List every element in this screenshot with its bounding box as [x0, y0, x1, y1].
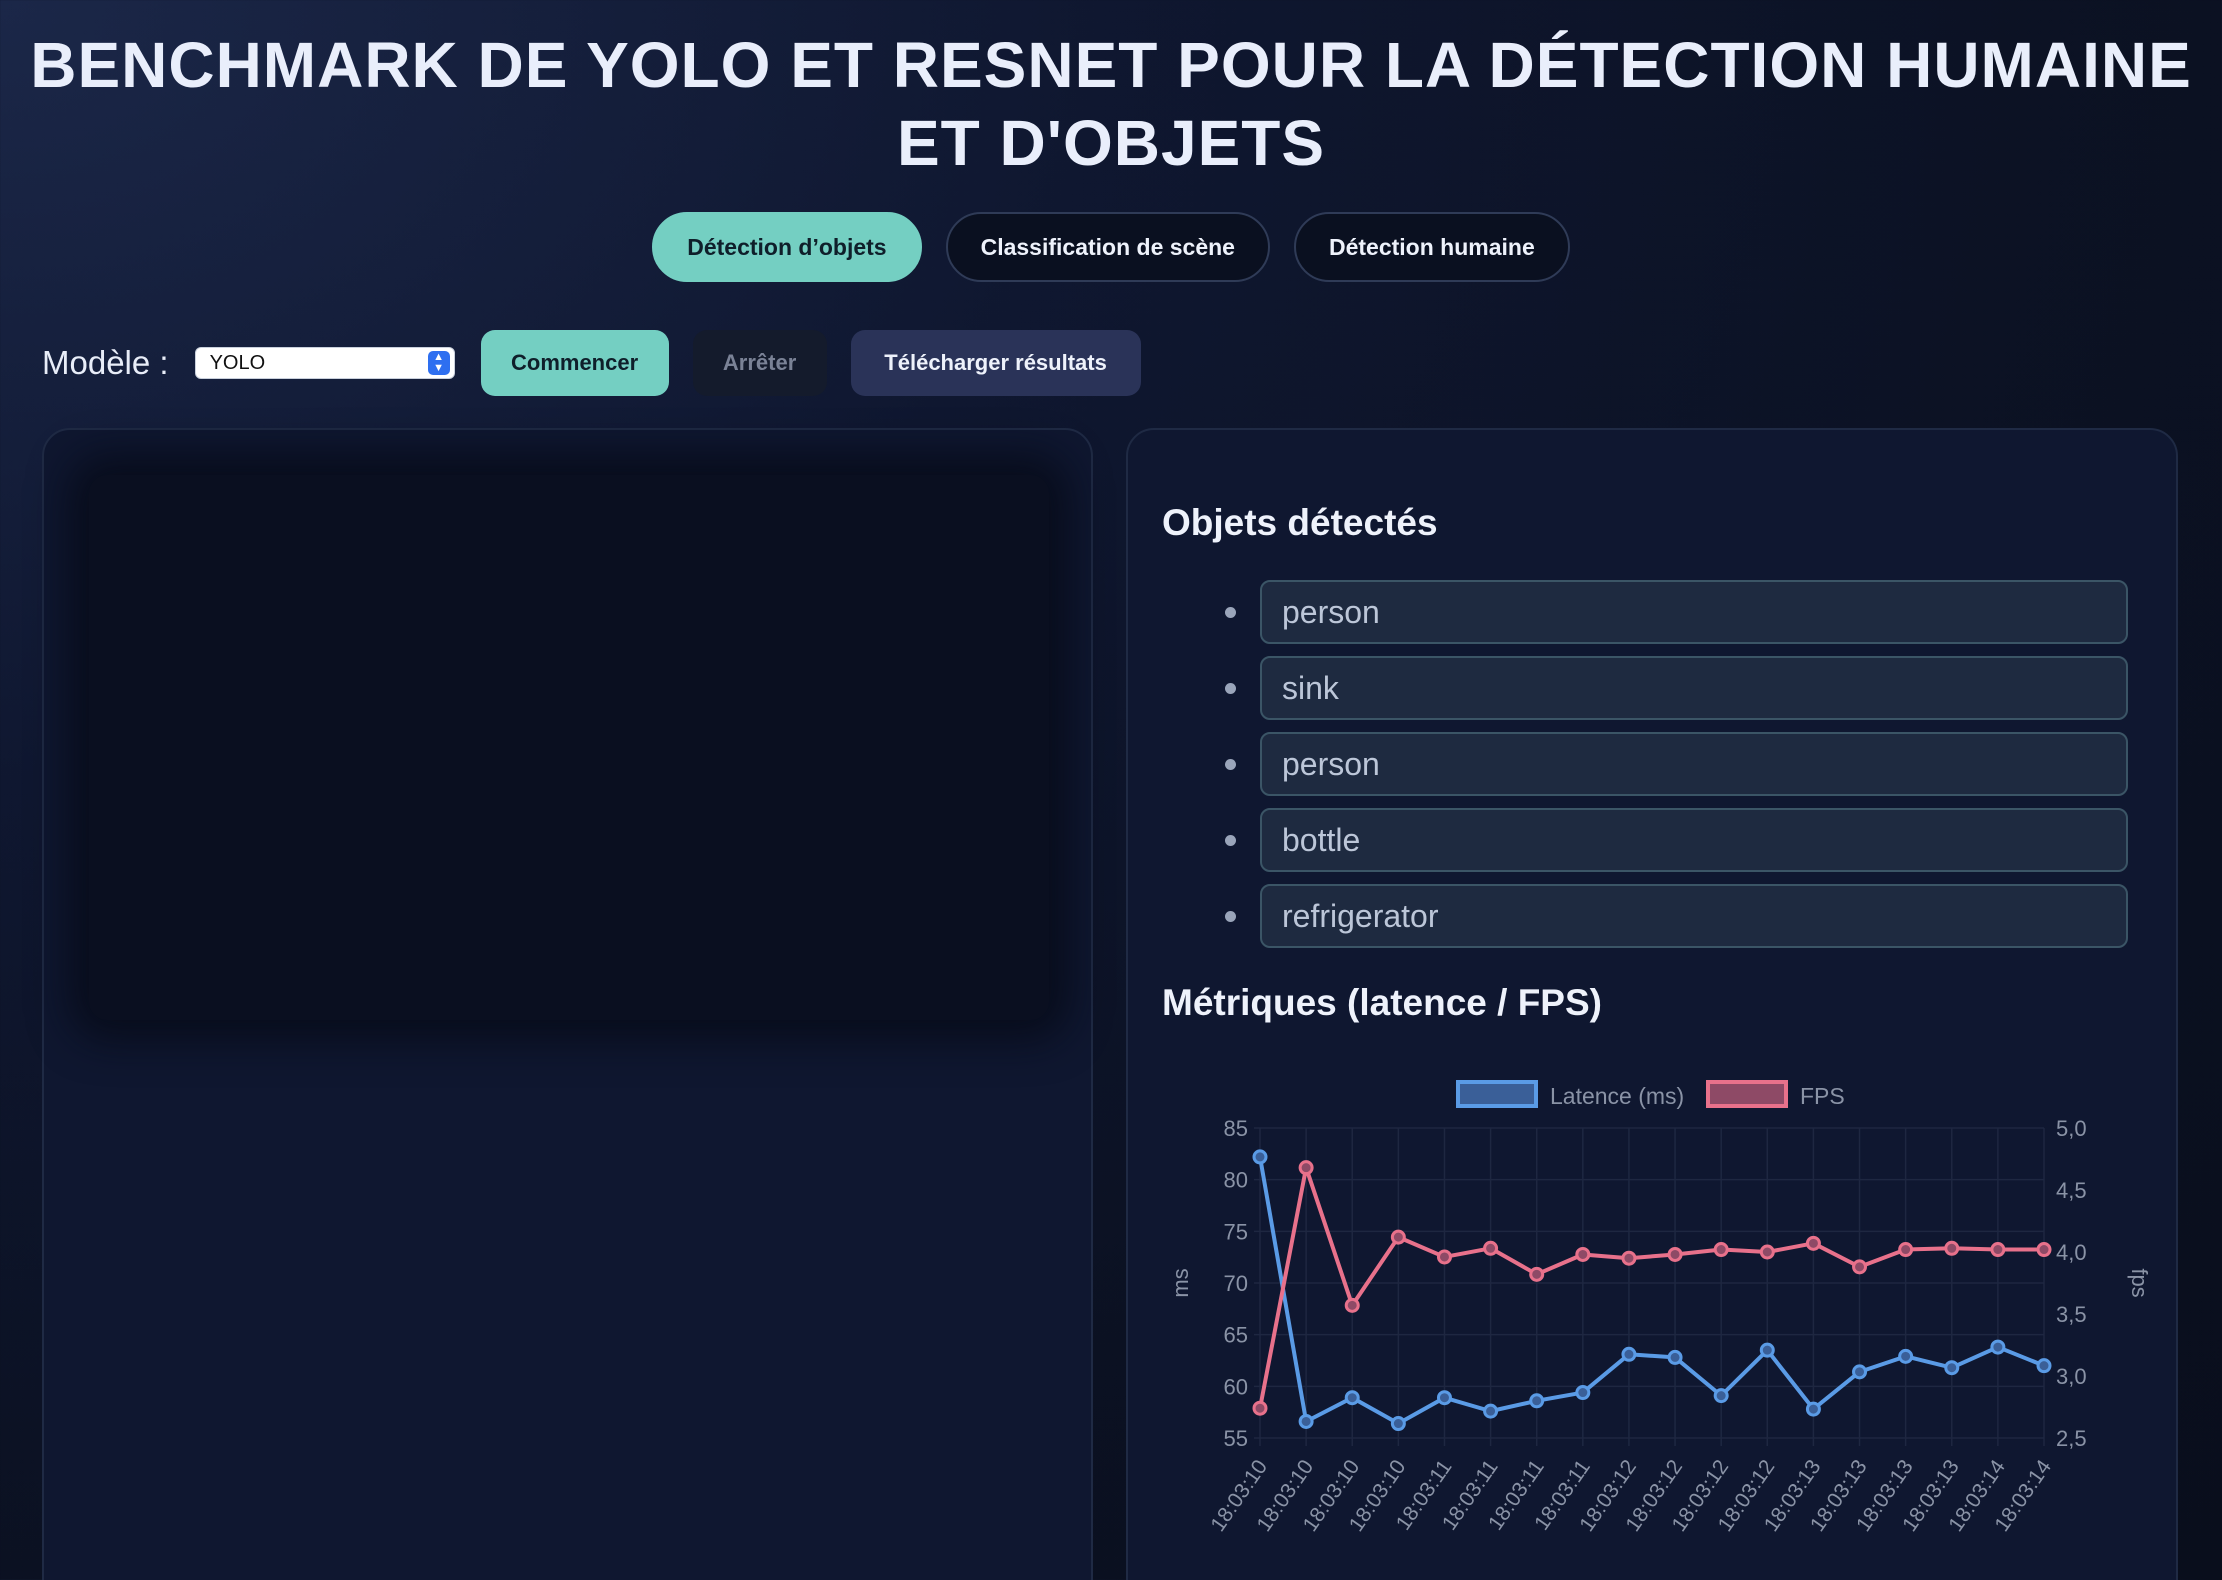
- data-point: [1529, 1266, 1545, 1282]
- y-right-tick-label: 5,0: [2056, 1116, 2087, 1141]
- data-point: [1575, 1246, 1591, 1262]
- data-point: [1805, 1401, 1821, 1417]
- data-point: [1390, 1416, 1406, 1432]
- data-point: [1713, 1388, 1729, 1404]
- data-point: [1344, 1390, 1360, 1406]
- model-label: Modèle :: [42, 344, 169, 381]
- data-point: [1252, 1400, 1268, 1416]
- download-results-button[interactable]: Télécharger résultats: [850, 330, 1141, 396]
- data-point: [1990, 1242, 2006, 1258]
- data-point: [1759, 1244, 1775, 1260]
- video-panel: [42, 428, 1093, 1580]
- data-point: [1298, 1413, 1314, 1429]
- results-panel: Objets détectés person sink person bottl…: [1126, 428, 2178, 1580]
- tab-bar: Détection d’objets Classification de scè…: [0, 212, 2222, 282]
- legend-label: Latence (ms): [1550, 1083, 1684, 1109]
- y-right-tick-label: 3,5: [2056, 1302, 2087, 1327]
- y-tick-label: 70: [1224, 1271, 1248, 1296]
- data-point: [1713, 1242, 1729, 1258]
- data-point: [1759, 1342, 1775, 1358]
- data-point: [1344, 1297, 1360, 1313]
- title-line-2: ET D'OBJETS: [896, 107, 1326, 179]
- data-point: [1483, 1240, 1499, 1256]
- data-point: [1436, 1249, 1452, 1265]
- page-title: BENCHMARK DE YOLO ET RESNET POUR LA DÉTE…: [0, 26, 2222, 182]
- data-point: [1667, 1349, 1683, 1365]
- select-chevron-icon: ▲ ▼: [427, 351, 450, 375]
- data-point: [1898, 1242, 1914, 1258]
- legend-swatch: [1456, 1080, 1538, 1108]
- data-point: [1621, 1250, 1637, 1266]
- legend-label: FPS: [1800, 1083, 1845, 1109]
- data-point: [1667, 1246, 1683, 1262]
- series-line: [1258, 1156, 2045, 1426]
- y-tick-label: 75: [1224, 1219, 1248, 1244]
- tab-scene-classification[interactable]: Classification de scène: [945, 212, 1270, 282]
- video-feed: [89, 475, 1049, 1020]
- title-line-1: BENCHMARK DE YOLO ET RESNET POUR LA DÉTE…: [30, 29, 2192, 101]
- y-tick-label: 80: [1224, 1168, 1248, 1193]
- data-point: [1390, 1229, 1406, 1245]
- data-point: [1621, 1346, 1637, 1362]
- series-line: [1258, 1165, 2044, 1409]
- data-point: [1805, 1235, 1821, 1251]
- data-point: [1483, 1403, 1499, 1419]
- data-point: [1944, 1240, 1960, 1256]
- data-point: [1944, 1360, 1960, 1376]
- tab-object-detection[interactable]: Détection d’objets: [652, 212, 922, 282]
- start-button[interactable]: Commencer: [480, 330, 669, 396]
- data-point: [1990, 1339, 2006, 1355]
- data-point: [2036, 1358, 2052, 1374]
- y-tick-label: 60: [1224, 1374, 1248, 1399]
- data-point: [1575, 1385, 1591, 1401]
- data-point: [1852, 1259, 1868, 1275]
- model-select-value: YOLO: [209, 351, 266, 374]
- y-axis-title: ms: [1168, 1268, 1193, 1297]
- model-select[interactable]: YOLO ▲ ▼: [194, 347, 455, 379]
- data-point: [1436, 1390, 1452, 1406]
- data-point: [1852, 1364, 1868, 1380]
- y-right-tick-label: 3,0: [2056, 1364, 2087, 1389]
- data-point: [1529, 1393, 1545, 1409]
- data-point: [1252, 1149, 1268, 1165]
- y-right-tick-label: 4,5: [2056, 1178, 2087, 1203]
- data-point: [2036, 1242, 2052, 1258]
- y-tick-label: 65: [1224, 1323, 1248, 1348]
- toolbar: Modèle : YOLO ▲ ▼ Commencer Arrêter Téléc…: [42, 330, 1165, 396]
- stop-button[interactable]: Arrêter: [692, 330, 827, 396]
- y-tick-label: 55: [1224, 1426, 1248, 1451]
- y-right-axis-title: fps: [2127, 1268, 2152, 1297]
- metrics-chart: 858075706560555,04,54,03,53,02,5ms fps18:…: [1168, 1080, 2152, 1536]
- y-right-tick-label: 4,0: [2056, 1240, 2087, 1265]
- legend-swatch: [1706, 1080, 1788, 1108]
- data-point: [1298, 1160, 1314, 1176]
- y-right-tick-label: 2,5: [2056, 1426, 2087, 1451]
- tab-human-detection[interactable]: Détection humaine: [1293, 212, 1570, 282]
- y-tick-label: 85: [1224, 1116, 1248, 1141]
- data-point: [1898, 1348, 1914, 1364]
